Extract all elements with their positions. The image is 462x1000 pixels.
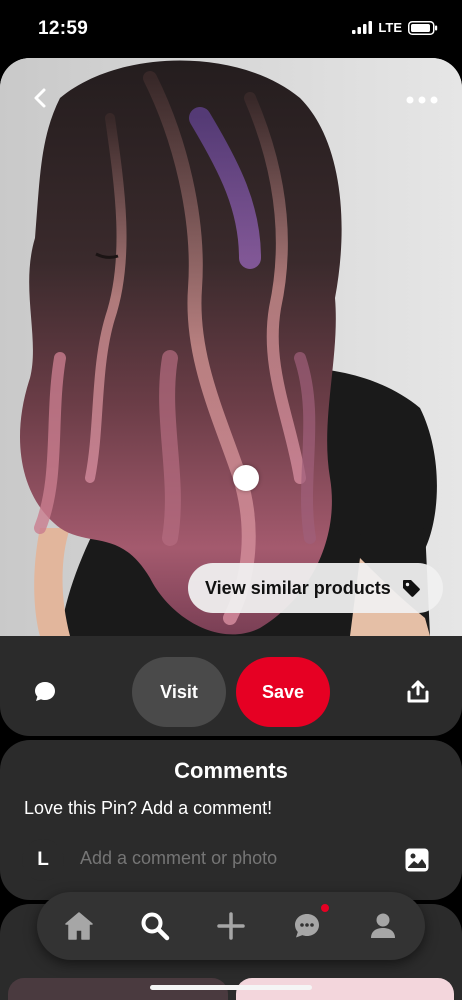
battery-icon [408, 20, 438, 35]
bottom-navigation [37, 892, 425, 960]
back-button[interactable] [22, 80, 58, 116]
status-right: LTE [352, 20, 438, 35]
home-indicator [150, 985, 312, 990]
comment-input[interactable] [80, 848, 380, 869]
notification-dot [320, 903, 330, 913]
plus-icon[interactable] [215, 910, 247, 942]
avatar[interactable]: L [22, 839, 64, 881]
tag-icon [402, 580, 420, 597]
visit-button[interactable]: Visit [132, 657, 226, 727]
search-icon[interactable] [139, 910, 171, 942]
comments-title: Comments [174, 758, 288, 783]
action-bar: Visit Save [0, 636, 462, 736]
messages-icon[interactable] [291, 910, 323, 942]
view-similar-products-button[interactable]: View similar products [188, 563, 443, 613]
view-similar-products-label: View similar products [205, 577, 391, 598]
comments-card: Comments Love this Pin? Add a comment! L [0, 740, 462, 900]
profile-icon[interactable] [367, 910, 399, 942]
comments-prompt: Love this Pin? Add a comment! [24, 798, 273, 818]
home-icon[interactable] [63, 910, 95, 942]
photo-icon[interactable] [404, 847, 430, 873]
signal-bars-icon [352, 21, 373, 34]
more-options-icon[interactable] [402, 88, 442, 112]
save-button[interactable]: Save [236, 657, 330, 727]
network-label: LTE [378, 20, 402, 35]
product-tag-dot[interactable] [233, 465, 259, 491]
status-bar: 12:59 LTE [0, 0, 462, 58]
hair-photo [0, 58, 462, 636]
status-time: 12:59 [38, 18, 89, 39]
share-icon[interactable] [405, 679, 431, 705]
comment-icon[interactable] [32, 679, 58, 705]
pin-image[interactable]: View similar products [0, 58, 462, 636]
